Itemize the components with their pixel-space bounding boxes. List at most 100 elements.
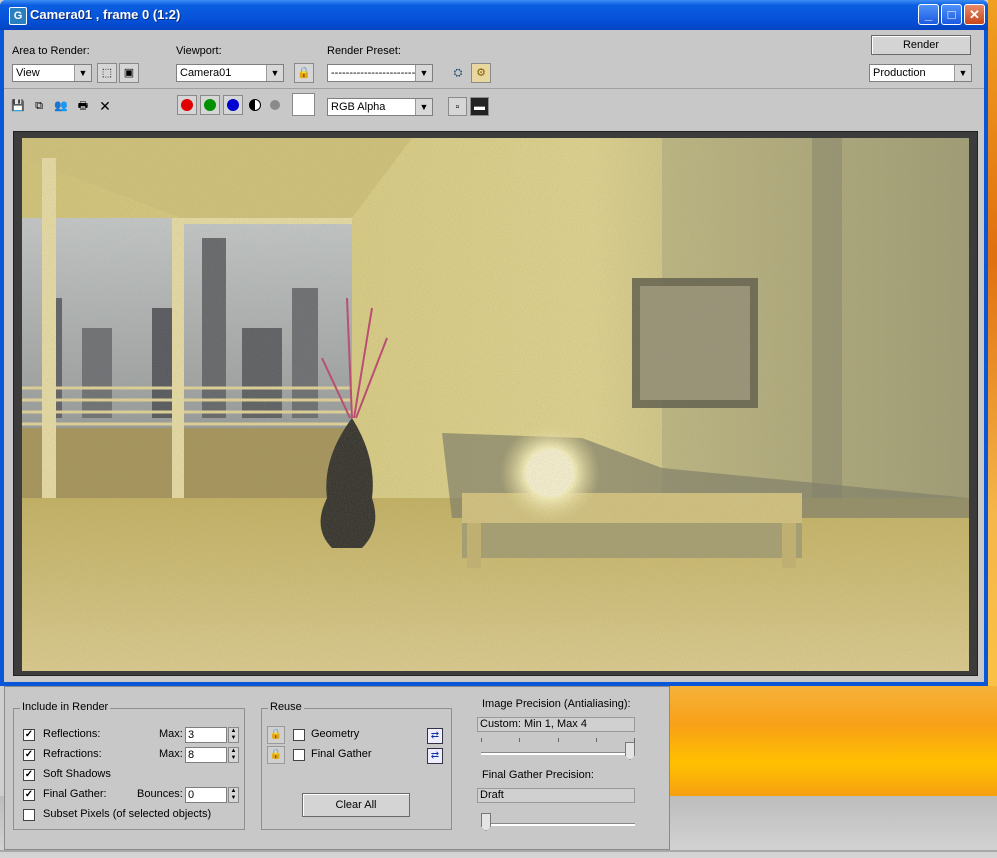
edit-region-icon[interactable]: ⬚ [97, 63, 117, 83]
clear-all-button[interactable]: Clear All [302, 793, 410, 817]
refresh-final-gather-icon[interactable]: ⇄ [427, 748, 443, 764]
reflections-max-field[interactable]: 3 [185, 727, 227, 743]
image-precision-slider[interactable] [481, 735, 635, 761]
render-viewport[interactable] [13, 131, 978, 676]
toggle-ui-icon[interactable]: ▬ [470, 97, 489, 116]
alpha-channel-icon[interactable] [249, 99, 261, 111]
close-button[interactable]: ✕ [964, 4, 985, 25]
print-image-icon[interactable]: 🖶 [74, 96, 92, 114]
print-icon[interactable]: 👥 [52, 96, 70, 114]
slider-tick [558, 738, 559, 742]
reuse-final-gather-checkbox[interactable] [293, 749, 305, 761]
lock-geometry-icon[interactable]: 🔒 [267, 726, 285, 744]
refractions-max-spinner[interactable]: 8 ▲ ▼ [185, 747, 241, 763]
toolbar-divider [4, 88, 984, 89]
refractions-max-field[interactable]: 8 [185, 747, 227, 763]
lock-viewport-icon[interactable]: 🔒 [294, 63, 314, 83]
viewport-dropdown[interactable]: Camera01 ▼ [176, 64, 284, 82]
blue-channel-button[interactable] [223, 95, 243, 115]
bounces-label: Bounces: [137, 788, 183, 800]
render-preset-label: Render Preset: [327, 45, 401, 57]
spinner-arrows-icon[interactable]: ▲ ▼ [228, 787, 239, 803]
chevron-down-icon: ▼ [954, 65, 971, 81]
environment-effects-icon[interactable]: ⚙ [471, 63, 491, 83]
slider-tick [481, 738, 482, 742]
rendered-image [22, 138, 969, 671]
refresh-geometry-icon[interactable]: ⇄ [427, 728, 443, 744]
reuse-title: Reuse [268, 701, 304, 713]
soft-shadows-checkbox[interactable]: ✓ [23, 769, 35, 781]
lock-final-gather-icon[interactable]: 🔒 [267, 746, 285, 764]
save-image-icon[interactable]: 💾 [9, 96, 27, 114]
render-mode-dropdown[interactable]: Production ▼ [869, 64, 972, 82]
viewport-value: Camera01 [180, 67, 232, 79]
final-gather-precision-thumb[interactable] [481, 813, 491, 831]
slider-track [481, 823, 635, 826]
slider-tick [596, 738, 597, 742]
chevron-down-icon: ▼ [415, 99, 432, 115]
final-gather-label: Final Gather: [43, 788, 107, 800]
final-gather-precision-label: Final Gather Precision: [482, 769, 594, 781]
geometry-label: Geometry [311, 728, 360, 740]
bounces-spinner[interactable]: 0 ▲ ▼ [185, 787, 241, 803]
green-channel-button[interactable] [200, 95, 220, 115]
render-setup-icon[interactable]: ⛭ [448, 63, 468, 83]
reuse-group: Reuse 🔒 Geometry ⇄ 🔒 Final Gather ⇄ Clea… [261, 701, 452, 830]
slider-track [481, 752, 635, 755]
area-to-render-dropdown[interactable]: View ▼ [12, 64, 92, 82]
color-swatch[interactable] [292, 93, 315, 116]
green-dot-icon [204, 99, 216, 111]
reflections-checkbox[interactable]: ✓ [23, 729, 35, 741]
desktop-background-bottom [670, 686, 997, 796]
include-in-render-group: Include in Render ✓ Reflections: Max: 3 … [13, 701, 245, 830]
image-precision-readout: Custom: Min 1, Max 4 [477, 717, 635, 732]
monochrome-icon[interactable] [270, 100, 280, 110]
channel-display-value: RGB Alpha [331, 101, 386, 113]
geometry-checkbox[interactable] [293, 729, 305, 741]
bounces-field[interactable]: 0 [185, 787, 227, 803]
render-preset-dropdown[interactable]: -------------------------- ▼ [327, 64, 433, 82]
final-gather-precision-slider[interactable] [481, 806, 635, 832]
slider-tick [519, 738, 520, 742]
clear-icon[interactable]: ✕ [96, 96, 114, 114]
maximize-button[interactable]: □ [941, 4, 962, 25]
minimize-button[interactable]: _ [918, 4, 939, 25]
chevron-down-icon: ▼ [415, 65, 432, 81]
area-to-render-value: View [16, 67, 40, 79]
red-channel-button[interactable] [177, 95, 197, 115]
render-frame-window: G Camera01 , frame 0 (1:2) _ □ ✕ Area to… [0, 0, 988, 686]
app-icon[interactable]: G [9, 7, 27, 25]
render-preset-value: -------------------------- [331, 67, 427, 79]
reflections-max-spinner[interactable]: 3 ▲ ▼ [185, 727, 241, 743]
refractions-checkbox[interactable]: ✓ [23, 749, 35, 761]
auto-region-icon[interactable]: ▣ [119, 63, 139, 83]
final-gather-checkbox[interactable]: ✓ [23, 789, 35, 801]
chevron-down-icon: ▼ [266, 65, 283, 81]
subset-pixels-label: Subset Pixels (of selected objects) [43, 808, 212, 820]
reuse-final-gather-label: Final Gather [311, 748, 372, 760]
channel-display-dropdown[interactable]: RGB Alpha ▼ [327, 98, 433, 116]
refractions-label: Refractions: [43, 748, 102, 760]
refractions-max-label: Max: [159, 748, 183, 760]
window-client: Area to Render: View ▼ ⬚ ▣ Viewport: Cam… [4, 30, 984, 682]
include-in-render-title: Include in Render [20, 701, 111, 713]
image-precision-label: Image Precision (Antialiasing): [482, 698, 631, 710]
slider-tick [634, 738, 635, 742]
clone-frame-icon[interactable]: ⧉ [30, 96, 48, 114]
toggle-ui-overlay-icon[interactable]: ▫ [448, 97, 467, 116]
area-to-render-label: Area to Render: [12, 45, 90, 57]
soft-shadows-label: Soft Shadows [43, 768, 111, 780]
reflections-max-label: Max: [159, 728, 183, 740]
red-dot-icon [181, 99, 193, 111]
title-bar[interactable]: G Camera01 , frame 0 (1:2) _ □ ✕ [0, 0, 988, 30]
viewport-label: Viewport: [176, 45, 222, 57]
blue-dot-icon [227, 99, 239, 111]
final-gather-precision-readout: Draft [477, 788, 635, 803]
spinner-arrows-icon[interactable]: ▲ ▼ [228, 727, 239, 743]
window-title: Camera01 , frame 0 (1:2) [30, 7, 181, 22]
render-button[interactable]: Render [871, 35, 971, 55]
spinner-arrows-icon[interactable]: ▲ ▼ [228, 747, 239, 763]
chevron-down-icon: ▼ [74, 65, 91, 81]
subset-pixels-checkbox[interactable] [23, 809, 35, 821]
image-precision-thumb[interactable] [625, 742, 635, 760]
